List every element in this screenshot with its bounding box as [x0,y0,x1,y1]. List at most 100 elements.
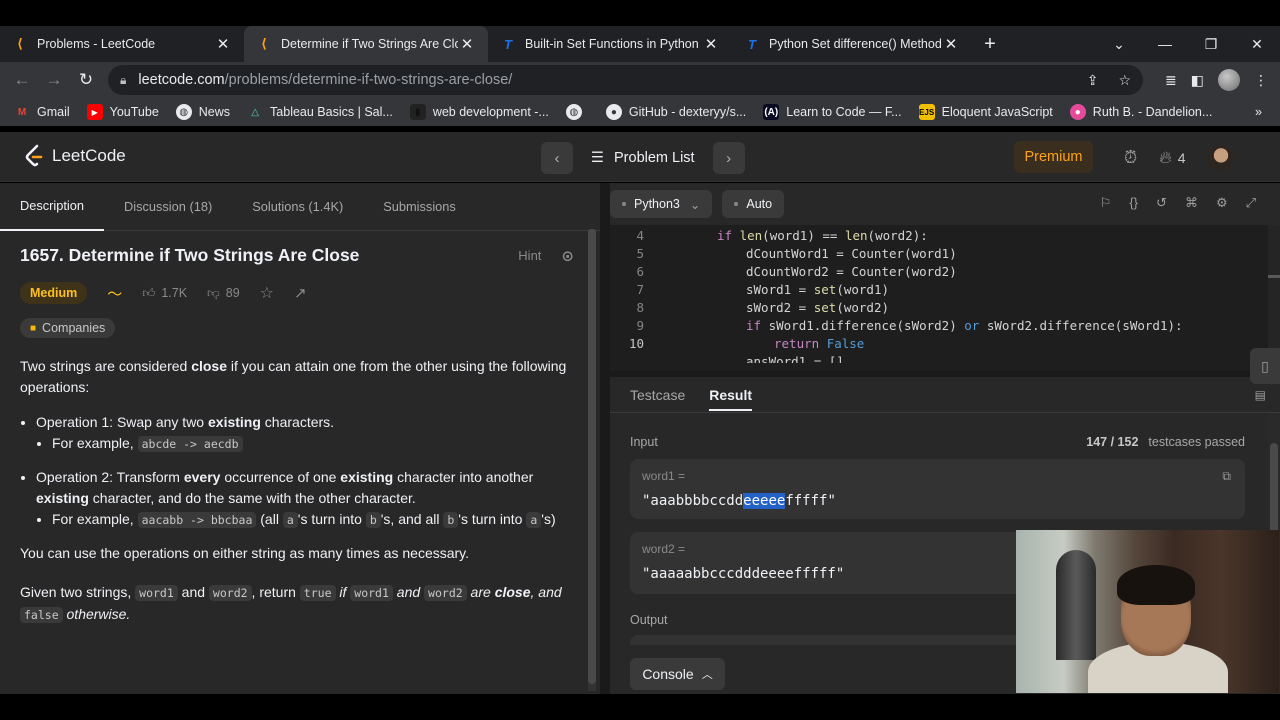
reading-list-icon[interactable]: ≣ [1165,72,1177,89]
close-icon[interactable]: ✕ [942,35,960,53]
word1-input-box[interactable]: word1 = "aaabbbbccddeeeeefffff" ⧉ [630,459,1245,519]
restore-button[interactable]: ❐ [1188,26,1234,62]
inline-code: false [20,607,63,623]
text: occurrence of one [220,469,341,485]
address-bar[interactable]: 🔒︎ leetcode.com/problems/determine-if-tw… [108,65,1143,95]
bookmark-youtube[interactable]: ▶ YouTube [86,104,159,120]
leetcode-logo[interactable]: LeetCode [24,144,126,168]
star-icon[interactable]: ☆ [260,283,274,303]
browser-tab[interactable]: T Built-in Set Functions in Python ✕ [488,26,732,62]
user-avatar[interactable] [1207,145,1234,171]
tab-testcase[interactable]: Testcase [630,387,685,403]
bookmark-github[interactable]: ● GitHub - dexteryy/s... [605,104,746,120]
notes-icon[interactable]: ▯ [1250,348,1280,384]
line-number: 9 [636,318,644,333]
code-text: sWord2 = set(word2) [746,300,889,315]
share-icon[interactable]: ⇪ [1087,72,1099,89]
code-line-current: 10 return False [610,335,1280,353]
chevron-right-icon[interactable]: » [1255,105,1262,119]
tab-discussion[interactable]: Discussion (18) [104,183,232,231]
scrollbar[interactable] [588,229,596,691]
code-text: sWord1 = set(word1) [746,282,889,297]
list-item: For example, aacabb -> bbcbaa (all a's t… [52,509,580,531]
share-icon[interactable]: ↗ [294,284,307,302]
forward-button[interactable]: → [38,70,70,90]
bookmark-gmail[interactable]: M Gmail [14,104,70,120]
bookmark-ruth[interactable]: ● Ruth B. - Dandelion... [1069,104,1212,120]
ejs-icon: EJS [918,104,935,120]
braces-icon[interactable]: {} [1129,195,1138,211]
close-icon[interactable]: ✕ [214,35,232,53]
profile-avatar[interactable] [1218,69,1240,91]
premium-button[interactable]: Premium [1014,141,1093,173]
bookmark-globe[interactable]: ◍ [565,104,589,120]
language-label: Python3 [634,197,680,211]
screen-bottom-bar [0,694,1280,720]
settings-icon[interactable]: ⚙ [1216,195,1228,211]
reset-icon[interactable]: ↺ [1156,195,1167,211]
github-icon: ● [605,104,622,120]
mode-select[interactable]: Auto [722,190,785,218]
problem-list-label: Problem List [614,150,695,166]
bookmark-tableau[interactable]: △ Tableau Basics | Sal... [247,104,393,120]
close-icon[interactable]: ✕ [702,35,720,53]
output-label: Output [630,613,668,627]
activity-icon[interactable]: 〜 [107,283,122,304]
panel-divider[interactable] [600,183,610,694]
text: Given two strings, [20,584,136,600]
bookmark-label: Tableau Basics | Sal... [270,105,393,119]
music-icon: ● [1069,104,1086,120]
word1-label: word1 = [642,469,686,483]
code-line: 4 if len(word1) == len(word2): [610,227,1280,245]
like-button[interactable]: 👍︎ 1.7K [142,286,187,301]
bookmark-fcc[interactable]: (A) Learn to Code — F... [763,104,902,120]
code-area[interactable]: 4 if len(word1) == len(word2): 5 dCountWor… [610,225,1280,371]
scrollbar-thumb[interactable] [588,229,596,684]
hint-button[interactable]: Hint [518,248,541,263]
shortcut-icon[interactable]: ⌘ [1185,195,1198,211]
like-count: 1.7K [161,286,188,300]
copy-icon[interactable]: ⧉ [1222,469,1231,484]
new-tab-button[interactable]: + [972,26,1008,62]
next-problem-button[interactable]: › [712,142,745,174]
layout-icon[interactable]: ▤ [1255,388,1266,402]
close-icon[interactable]: ✕ [458,35,476,53]
text-bold: existing [36,490,89,506]
streak-button[interactable]: 🔥︎ 4 [1159,148,1185,168]
prev-problem-button[interactable]: ‹ [541,142,573,174]
menu-icon[interactable]: ⋮ [1254,72,1268,89]
text: , return [251,584,300,600]
tab-description[interactable]: Description [0,183,105,231]
companies-tag[interactable]: ■ Companies [20,318,116,338]
editor-toolbar: Python3 ⌄ Auto ⚐ {} ↺ ⌘ ⚙ ⤢ [610,183,1280,225]
minimize-button[interactable]: — [1142,26,1188,62]
bookmark-icon[interactable]: ⚐ [1100,195,1112,211]
problem-list-button[interactable]: ☰ Problem List [583,150,703,166]
code-line: 9 if sWord1.difference(sWord2) or sWord2.… [610,317,1280,335]
bookmark-webdev[interactable]: ▮ web development -... [409,104,549,120]
tab-submissions[interactable]: Submissions [363,183,476,231]
tab-result[interactable]: Result [709,387,753,411]
thumbs-up-icon: 👍︎ [142,285,156,300]
browser-tab-active[interactable]: ⟨ Determine if Two Strings Are Clo ✕ [244,26,488,62]
globe-icon: ◍ [565,104,582,120]
language-select[interactable]: Python3 ⌄ [610,190,713,218]
side-panel-icon[interactable]: ◧ [1191,72,1204,89]
console-button[interactable]: Console ︿ [630,658,725,690]
reload-button[interactable]: ↻ [70,70,102,90]
back-button[interactable]: ← [6,70,38,90]
dislike-button[interactable]: 👎︎ 89 [207,286,240,301]
browser-tab[interactable]: ⟨ Problems - LeetCode ✕ [0,26,244,62]
text-italic: otherwise. [62,606,131,622]
star-icon[interactable]: ☆ [1118,72,1131,89]
chevron-down-icon[interactable]: ⌄ [1096,26,1142,62]
header-icons: ⏰︎ 🔥︎ 4 [1124,145,1234,171]
tab-solutions[interactable]: Solutions (1.4K) [232,183,363,231]
bookmark-eloquent[interactable]: EJS Eloquent JavaScript [918,104,1053,120]
bookmark-news[interactable]: ◍ News [175,104,230,120]
fullscreen-icon[interactable]: ⤢ [1246,195,1256,211]
more-icon[interactable]: ⊙ [561,247,574,265]
close-window-button[interactable]: ✕ [1234,26,1280,62]
browser-tab[interactable]: T Python Set difference() Method ( ✕ [732,26,972,62]
alarm-icon[interactable]: ⏰︎ [1124,148,1137,168]
